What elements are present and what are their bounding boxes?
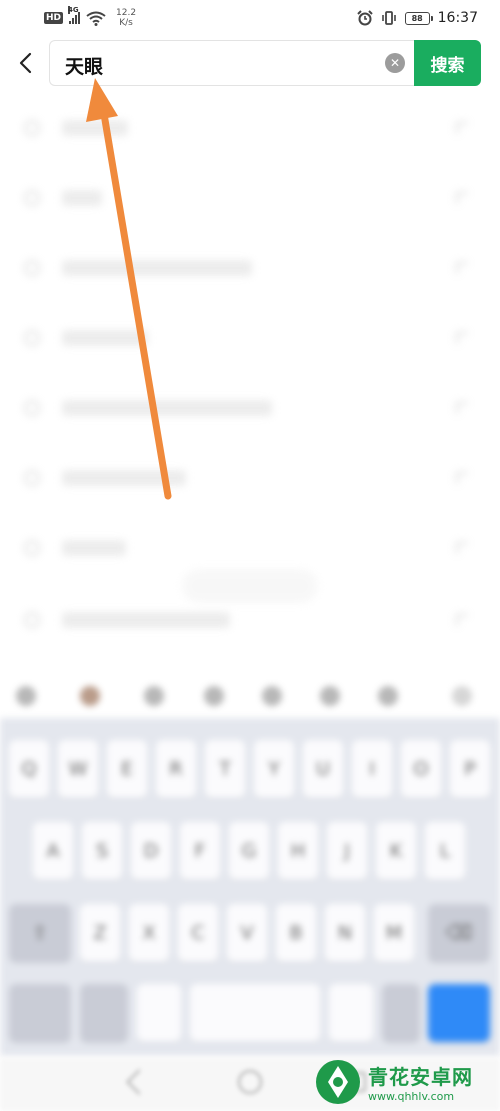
watermark-logo-icon bbox=[316, 1060, 360, 1104]
key[interactable]: I bbox=[352, 740, 392, 798]
key[interactable]: M bbox=[374, 904, 414, 962]
list-item[interactable] bbox=[0, 388, 500, 428]
cellular-signal-icon: 4G bbox=[68, 6, 81, 24]
candidate-icon[interactable] bbox=[262, 686, 282, 706]
suggestion-list bbox=[0, 94, 500, 654]
candidate-icon[interactable] bbox=[144, 686, 164, 706]
watermark: 青花安卓网 www.qhhlv.com bbox=[314, 1053, 500, 1111]
list-item[interactable] bbox=[0, 458, 500, 498]
numbers-key[interactable] bbox=[9, 984, 71, 1042]
key[interactable]: G bbox=[229, 822, 269, 880]
key[interactable]: W bbox=[58, 740, 98, 798]
watermark-url: www.qhhlv.com bbox=[368, 1090, 455, 1103]
clear-icon[interactable]: ✕ bbox=[385, 53, 405, 73]
status-right: 88 16:37 bbox=[356, 10, 478, 26]
key[interactable]: X bbox=[129, 904, 169, 962]
key[interactable]: Q bbox=[9, 740, 49, 798]
back-button[interactable] bbox=[14, 50, 36, 76]
list-item[interactable] bbox=[0, 528, 500, 568]
candidate-icon[interactable] bbox=[204, 686, 224, 706]
network-type: 4G bbox=[68, 6, 79, 14]
list-item[interactable] bbox=[0, 248, 500, 288]
list-item[interactable] bbox=[0, 108, 500, 148]
status-left: HD 4G 12.2 K/s bbox=[44, 6, 136, 28]
shift-key[interactable]: ⇧ bbox=[9, 904, 71, 962]
key[interactable]: D bbox=[131, 822, 171, 880]
back-arrow-icon bbox=[19, 52, 32, 74]
key[interactable]: N bbox=[325, 904, 365, 962]
keyboard-row: Q W E R T Y U I O P bbox=[0, 740, 500, 800]
key[interactable]: B bbox=[276, 904, 316, 962]
key[interactable]: T bbox=[205, 740, 245, 798]
watermark-title: 青花安卓网 bbox=[368, 1065, 473, 1089]
collapse-icon[interactable] bbox=[452, 686, 472, 706]
search-button[interactable]: 搜索 bbox=[414, 40, 481, 86]
key[interactable]: Y bbox=[254, 740, 294, 798]
key[interactable]: A bbox=[33, 822, 73, 880]
speed-unit: K/s bbox=[119, 18, 133, 28]
emoji-icon[interactable] bbox=[80, 686, 100, 706]
network-speed: 12.2 K/s bbox=[116, 8, 136, 28]
keyboard-row bbox=[0, 984, 500, 1044]
language-key[interactable] bbox=[382, 984, 420, 1042]
status-bar: HD 4G 12.2 K/s 88 16:37 bbox=[0, 0, 500, 36]
key[interactable]: C bbox=[178, 904, 218, 962]
vibrate-icon bbox=[381, 11, 396, 25]
key[interactable]: E bbox=[107, 740, 147, 798]
key[interactable]: Z bbox=[80, 904, 120, 962]
list-item[interactable] bbox=[0, 178, 500, 218]
key[interactable]: R bbox=[156, 740, 196, 798]
key[interactable]: O bbox=[401, 740, 441, 798]
keyboard-row: ⇧ Z X C V B N M ⌫ bbox=[0, 904, 500, 964]
more-tag[interactable] bbox=[182, 569, 318, 603]
candidate-icon[interactable] bbox=[16, 686, 36, 706]
keyboard: Q W E R T Y U I O P A S D F G H J K L ⇧ … bbox=[0, 718, 500, 1056]
key[interactable]: S bbox=[82, 822, 122, 880]
search-query: 天眼 bbox=[65, 56, 104, 78]
key[interactable]: L bbox=[425, 822, 465, 880]
emoji-key[interactable] bbox=[80, 984, 128, 1042]
search-bar: 天眼 ✕ 搜索 bbox=[0, 40, 500, 86]
list-item[interactable] bbox=[0, 600, 500, 640]
search-input[interactable]: 天眼 ✕ bbox=[49, 40, 415, 86]
candidate-icon[interactable] bbox=[378, 686, 398, 706]
comma-key[interactable] bbox=[137, 984, 181, 1042]
key[interactable]: U bbox=[303, 740, 343, 798]
key[interactable]: F bbox=[180, 822, 220, 880]
key[interactable]: K bbox=[376, 822, 416, 880]
keyboard-row: A S D F G H J K L bbox=[0, 822, 500, 882]
key[interactable]: V bbox=[227, 904, 267, 962]
candidate-bar bbox=[0, 666, 500, 722]
watermark-text: 青花安卓网 www.qhhlv.com bbox=[368, 1061, 473, 1103]
key[interactable]: J bbox=[327, 822, 367, 880]
delete-key[interactable]: ⌫ bbox=[428, 904, 490, 962]
hd-badge: HD bbox=[44, 12, 64, 24]
key[interactable]: H bbox=[278, 822, 318, 880]
key[interactable]: P bbox=[450, 740, 490, 798]
battery-icon: 88 bbox=[404, 11, 433, 25]
enter-key[interactable] bbox=[428, 984, 490, 1042]
wifi-icon bbox=[86, 11, 106, 26]
speed-value: 12.2 bbox=[116, 8, 137, 18]
alarm-icon bbox=[356, 10, 373, 26]
nav-home-icon[interactable] bbox=[238, 1070, 262, 1094]
nav-back-icon[interactable] bbox=[126, 1069, 152, 1095]
battery-level: 88 bbox=[411, 13, 423, 23]
period-key[interactable] bbox=[329, 984, 373, 1042]
status-time: 16:37 bbox=[437, 10, 478, 26]
candidate-icon[interactable] bbox=[320, 686, 340, 706]
space-key[interactable] bbox=[190, 984, 320, 1042]
list-item[interactable] bbox=[0, 318, 500, 358]
